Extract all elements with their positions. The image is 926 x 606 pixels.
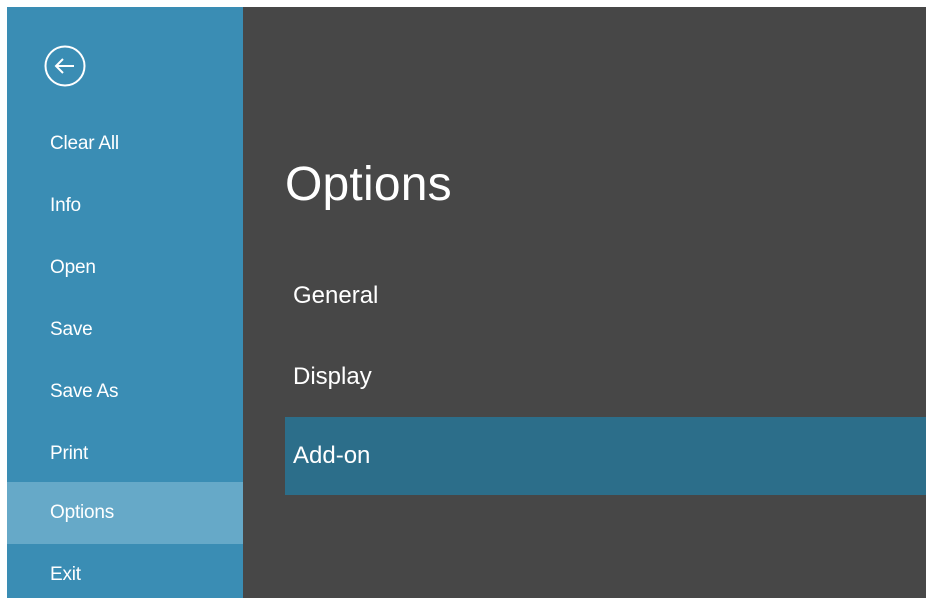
sidebar-item-label: Exit: [50, 564, 81, 585]
sidebar-item-label: Open: [50, 257, 96, 278]
app-window: Clear All Info Open Save Save As Print O…: [0, 0, 926, 598]
option-label: Add-on: [293, 442, 371, 469]
page-title: Options: [285, 158, 452, 211]
sidebar-item-clear-all[interactable]: Clear All: [7, 113, 243, 175]
sidebar-item-label: Options: [50, 502, 115, 523]
option-display[interactable]: Display: [285, 338, 926, 416]
options-panel: Options General Display Add-on: [243, 7, 926, 598]
sidebar-item-label: Save As: [50, 381, 119, 402]
option-label: Display: [293, 363, 372, 390]
option-add-on[interactable]: Add-on: [285, 417, 926, 495]
sidebar-item-label: Print: [50, 443, 89, 464]
sidebar-item-save-as[interactable]: Save As: [7, 361, 243, 423]
option-label: General: [293, 282, 379, 309]
back-arrow-circle-icon: [44, 45, 86, 87]
back-button[interactable]: [39, 40, 91, 92]
sidebar-item-options[interactable]: Options: [7, 482, 243, 544]
sidebar-item-open[interactable]: Open: [7, 237, 243, 299]
sidebar-item-label: Info: [50, 195, 81, 216]
sidebar-item-label: Save: [50, 319, 93, 340]
sidebar-item-save[interactable]: Save: [7, 299, 243, 361]
option-general[interactable]: General: [285, 257, 926, 335]
backstage-sidebar: Clear All Info Open Save Save As Print O…: [7, 7, 243, 598]
sidebar-item-print[interactable]: Print: [7, 423, 243, 485]
sidebar-item-exit[interactable]: Exit: [7, 544, 243, 606]
sidebar-item-info[interactable]: Info: [7, 175, 243, 237]
sidebar-item-label: Clear All: [50, 133, 119, 154]
